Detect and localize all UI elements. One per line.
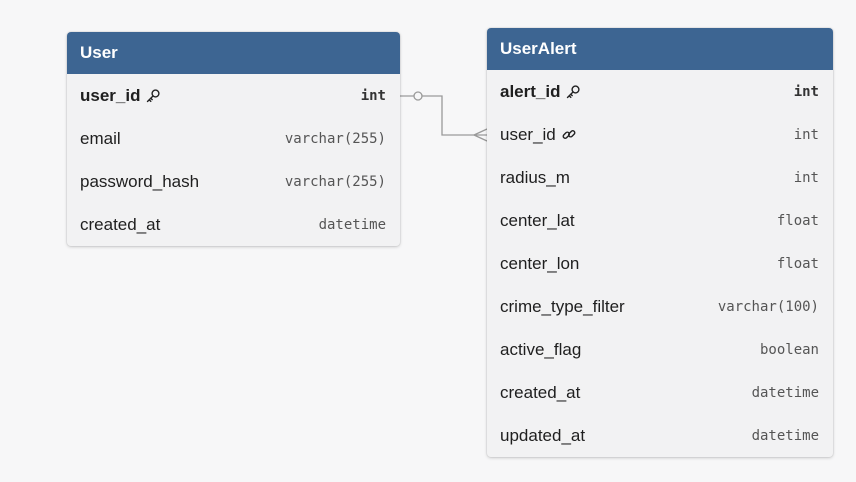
table-header[interactable]: UserAlert [487,28,833,70]
connector-optional-circle [413,91,423,101]
column-name: created_at [500,382,581,402]
column-type: int [360,87,386,104]
column-name-text: alert_id [500,81,561,101]
table-row[interactable]: user_id int [487,113,833,156]
column-name: radius_m [500,167,570,187]
column-type: float [776,212,819,229]
column-name: created_at [80,214,161,234]
column-name: center_lon [500,253,580,273]
key-icon [145,88,161,104]
table-row[interactable]: alert_id int [487,70,833,113]
column-type: varchar(100) [717,298,819,315]
column-type: int [793,126,819,143]
key-icon [565,84,581,100]
table-row[interactable]: radius_m int [487,156,833,199]
table-row[interactable]: updated_at datetime [487,414,833,457]
column-type: datetime [318,216,386,233]
table-row[interactable]: email varchar(255) [67,117,400,160]
table-header[interactable]: User [67,32,400,74]
column-name: active_flag [500,339,582,359]
table-row[interactable]: user_id int [67,74,400,117]
link-icon [561,127,577,143]
connector-line [400,95,487,136]
column-name: center_lat [500,210,575,230]
connector-crowfoot [473,128,488,142]
column-name-text: user_id [500,124,556,144]
table-row[interactable]: created_at datetime [487,371,833,414]
column-name-text: user_id [80,85,141,105]
column-name: user_id [80,86,161,106]
column-name: crime_type_filter [500,296,625,316]
column-name: user_id [500,125,577,145]
column-name: email [80,128,121,148]
column-type: datetime [751,384,819,401]
column-type: int [793,83,819,100]
column-name: alert_id [500,82,581,102]
table-row[interactable]: center_lon float [487,242,833,285]
column-type: boolean [759,341,819,358]
column-type: int [793,169,819,186]
table-row[interactable]: active_flag boolean [487,328,833,371]
table-row[interactable]: crime_type_filter varchar(100) [487,285,833,328]
column-type: varchar(255) [284,130,386,147]
column-type: float [776,255,819,272]
column-type: varchar(255) [284,173,386,190]
table-useralert[interactable]: UserAlert alert_id int user_id int radiu… [487,28,833,457]
diagram-canvas: User user_id int email varchar(255) pass… [0,0,856,482]
column-name: password_hash [80,171,200,191]
table-row[interactable]: created_at datetime [67,203,400,246]
table-row[interactable]: password_hash varchar(255) [67,160,400,203]
table-row[interactable]: center_lat float [487,199,833,242]
column-name: updated_at [500,425,586,445]
table-user[interactable]: User user_id int email varchar(255) pass… [67,32,400,246]
column-type: datetime [751,427,819,444]
